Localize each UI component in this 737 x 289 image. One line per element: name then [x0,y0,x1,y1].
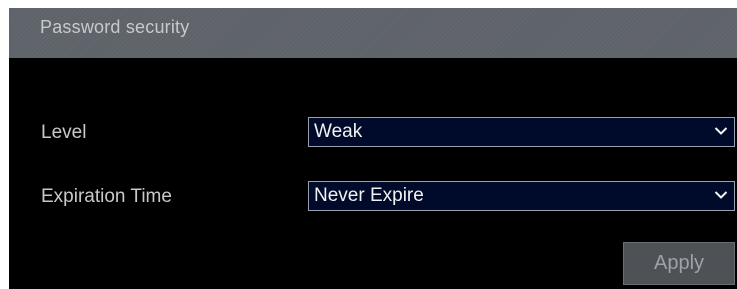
expiration-time-label: Expiration Time [41,186,172,207]
level-select-value: Weak [314,121,363,142]
expiration-time-select[interactable]: Never Expire [308,181,735,211]
password-security-panel: Password security Level Weak Expiration … [9,8,737,289]
level-label: Level [41,122,87,143]
section-header: Password security [9,8,737,58]
chevron-down-icon [714,191,728,199]
apply-button[interactable]: Apply [623,242,735,285]
level-select[interactable]: Weak [308,117,735,147]
section-title: Password security [40,17,190,37]
chevron-down-icon [714,127,728,135]
expiration-time-select-value: Never Expire [314,185,424,206]
